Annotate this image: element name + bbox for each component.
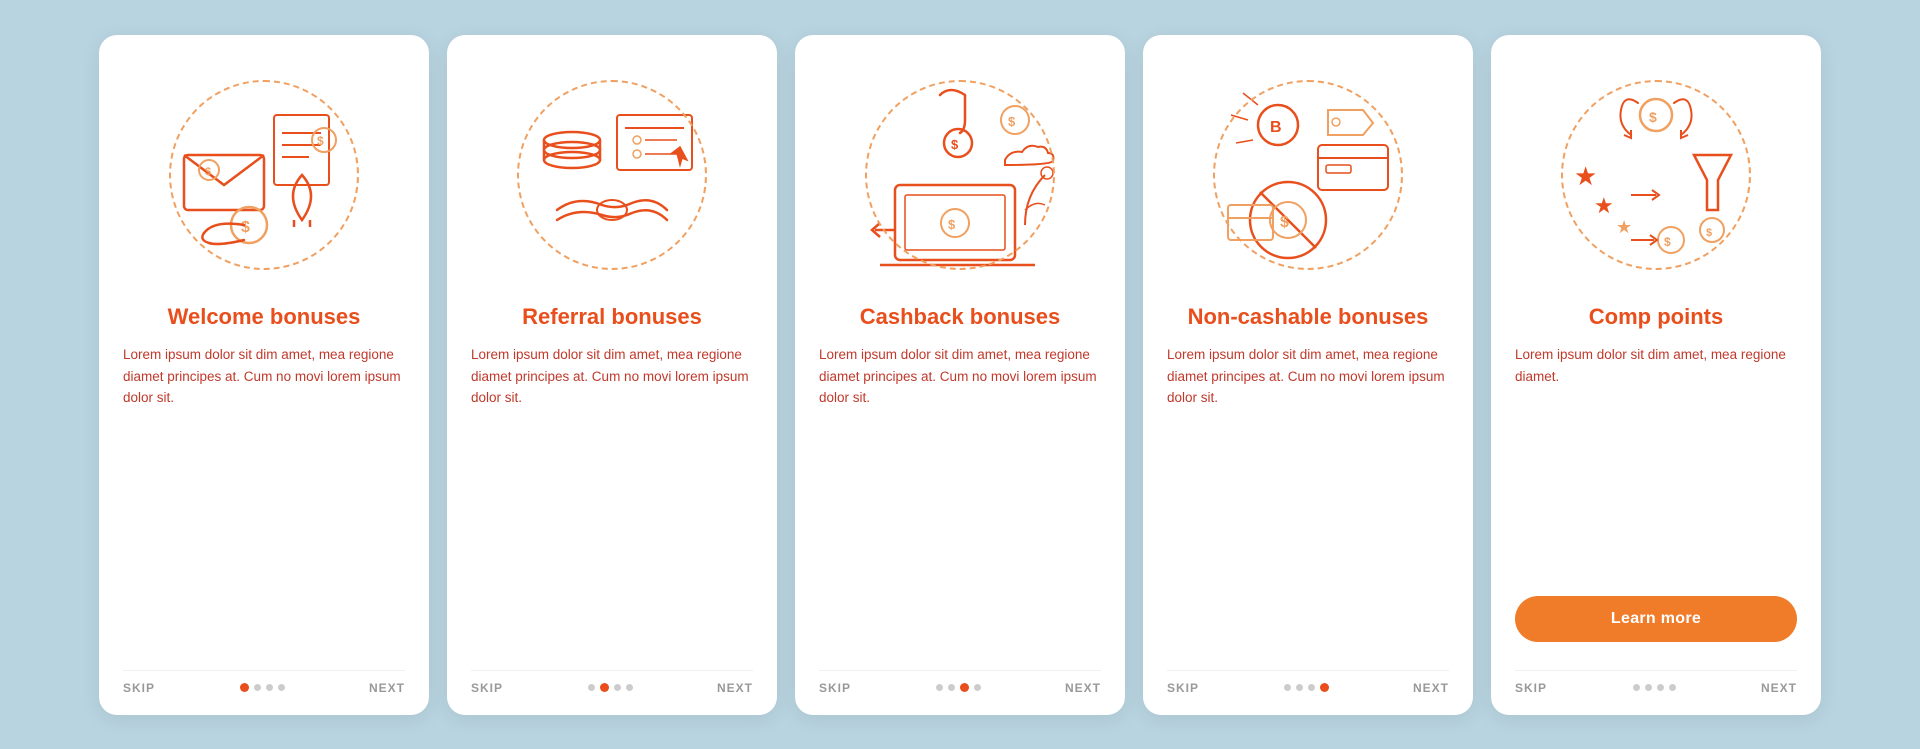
card-cashback-bonuses: $ $ $ Cashback — [795, 35, 1125, 715]
non-cashable-bonuses-illustration: B $ — [1198, 65, 1418, 285]
cashback-bonuses-nav: SKIP NEXT — [819, 670, 1101, 695]
referral-bonuses-nav: SKIP NEXT — [471, 670, 753, 695]
dot-2 — [1296, 684, 1303, 691]
cashback-bonuses-illustration: $ $ $ — [850, 65, 1070, 285]
comp-skip[interactable]: SKIP — [1515, 681, 1547, 695]
cashback-next[interactable]: NEXT — [1065, 681, 1101, 695]
cashback-skip[interactable]: SKIP — [819, 681, 851, 695]
referral-bonuses-body: Lorem ipsum dolor sit dim amet, mea regi… — [471, 344, 753, 652]
comp-next[interactable]: NEXT — [1761, 681, 1797, 695]
comp-points-nav: SKIP NEXT — [1515, 670, 1797, 695]
dot-1 — [240, 683, 249, 692]
welcome-bonuses-body: Lorem ipsum dolor sit dim amet, mea regi… — [123, 344, 405, 652]
dot-1 — [588, 684, 595, 691]
dot-3 — [266, 684, 273, 691]
comp-points-title: Comp points — [1589, 303, 1723, 331]
comp-points-illustration: $ $ ★ ★ ★ $ — [1546, 65, 1766, 285]
dot-2 — [948, 684, 955, 691]
cashback-dots — [936, 683, 981, 692]
cashback-bonuses-body: Lorem ipsum dolor sit dim amet, mea regi… — [819, 344, 1101, 652]
comp-points-body: Lorem ipsum dolor sit dim amet, mea regi… — [1515, 344, 1797, 596]
dot-2 — [600, 683, 609, 692]
welcome-dots — [240, 683, 285, 692]
dot-3 — [1657, 684, 1664, 691]
dot-2 — [254, 684, 261, 691]
non-cashable-bonuses-nav: SKIP NEXT — [1167, 670, 1449, 695]
dot-4 — [1669, 684, 1676, 691]
dot-1 — [1633, 684, 1640, 691]
dot-4 — [626, 684, 633, 691]
non-cashable-bonuses-title: Non-cashable bonuses — [1188, 303, 1429, 331]
referral-dots — [588, 683, 633, 692]
dot-3 — [1308, 684, 1315, 691]
non-cashable-skip[interactable]: SKIP — [1167, 681, 1199, 695]
welcome-skip[interactable]: SKIP — [123, 681, 155, 695]
learn-more-button[interactable]: Learn more — [1515, 596, 1797, 642]
non-cashable-dots — [1284, 683, 1329, 692]
welcome-bonuses-illustration: $ $ $ — [154, 65, 374, 285]
dot-1 — [1284, 684, 1291, 691]
dot-3 — [614, 684, 621, 691]
card-welcome-bonuses: $ $ $ Welcome bonuses — [99, 35, 429, 715]
card-referral-bonuses: Referral bonuses Lorem ipsum dolor sit d… — [447, 35, 777, 715]
dot-4 — [974, 684, 981, 691]
cashback-bonuses-title: Cashback bonuses — [860, 303, 1061, 331]
card-non-cashable-bonuses: B $ Non-cashab — [1143, 35, 1473, 715]
referral-skip[interactable]: SKIP — [471, 681, 503, 695]
non-cashable-next[interactable]: NEXT — [1413, 681, 1449, 695]
comp-dots — [1633, 684, 1676, 691]
referral-bonuses-illustration — [502, 65, 722, 285]
dot-3 — [960, 683, 969, 692]
welcome-bonuses-title: Welcome bonuses — [168, 303, 361, 331]
cards-container: $ $ $ Welcome bonuses — [79, 15, 1841, 735]
welcome-next[interactable]: NEXT — [369, 681, 405, 695]
dot-4 — [278, 684, 285, 691]
welcome-bonuses-nav: SKIP NEXT — [123, 670, 405, 695]
card-comp-points: $ $ ★ ★ ★ $ — [1491, 35, 1821, 715]
dot-4 — [1320, 683, 1329, 692]
dot-2 — [1645, 684, 1652, 691]
non-cashable-bonuses-body: Lorem ipsum dolor sit dim amet, mea regi… — [1167, 344, 1449, 652]
referral-next[interactable]: NEXT — [717, 681, 753, 695]
dot-1 — [936, 684, 943, 691]
referral-bonuses-title: Referral bonuses — [522, 303, 702, 331]
